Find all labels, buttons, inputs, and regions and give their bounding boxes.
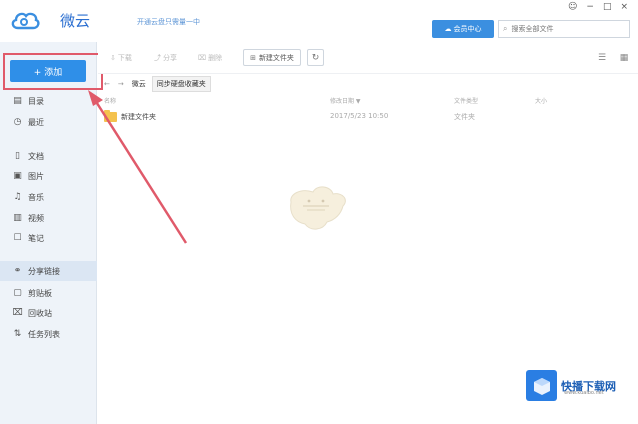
sidebar-item-label: 目录 bbox=[28, 96, 44, 106]
sidebar-item-label: 回收站 bbox=[28, 308, 52, 318]
member-center-button[interactable]: ☁ 会员中心 bbox=[432, 20, 494, 38]
sidebar-item-videos[interactable]: ▥ 视频 bbox=[0, 208, 97, 228]
sidebar: + 添加 ▤ 目录 ◷ 最近 ▯ 文档 ▣ 图片 ♫ 音乐 ▥ 视频 ☐ 笔记 … bbox=[0, 42, 103, 424]
highlight-box bbox=[3, 53, 103, 90]
trash-icon: ⌧ bbox=[12, 308, 23, 318]
sidebar-item-label: 图片 bbox=[28, 171, 44, 181]
share-button[interactable]: ⤴ 分享 bbox=[154, 50, 177, 66]
download-label: 下载 bbox=[117, 54, 132, 62]
close-icon[interactable]: × bbox=[620, 2, 628, 12]
column-name[interactable]: 名称 bbox=[104, 96, 116, 105]
document-icon: ▯ bbox=[15, 151, 20, 161]
settings-icon[interactable]: ☺ bbox=[568, 2, 577, 12]
search-box[interactable]: ⌕ bbox=[498, 20, 630, 38]
delete-label: 删除 bbox=[208, 54, 223, 62]
breadcrumb-root[interactable]: 微云 bbox=[132, 79, 146, 89]
new-folder-button[interactable]: ⊞ 新建文件夹 bbox=[243, 49, 301, 66]
video-icon: ▥ bbox=[13, 213, 22, 223]
title-bar: 微云 开通云盘只需量一中 ☁ 会员中心 ⌕ ☺ − □ × bbox=[0, 0, 638, 42]
sidebar-item-label: 剪贴板 bbox=[28, 288, 52, 298]
watermark: 快播下载网 www.kuaibo.net bbox=[526, 370, 616, 401]
sidebar-item-documents[interactable]: ▯ 文档 bbox=[0, 146, 97, 166]
minimize-icon[interactable]: − bbox=[586, 2, 594, 12]
sidebar-item-label: 任务列表 bbox=[28, 329, 60, 339]
folder-icon bbox=[104, 110, 117, 122]
clipboard-icon: ▢ bbox=[13, 288, 22, 298]
sidebar-item-recycle-bin[interactable]: ⌧ 回收站 bbox=[0, 303, 97, 323]
column-type[interactable]: 文件类型 bbox=[454, 96, 478, 105]
sidebar-item-clipboard[interactable]: ▢ 剪贴板 bbox=[0, 283, 97, 303]
file-list-header: 名称 修改日期 ▼ 文件类型 大小 bbox=[98, 96, 638, 108]
sidebar-item-label: 分享链接 bbox=[28, 266, 60, 276]
search-icon: ⌕ bbox=[503, 24, 508, 33]
music-icon: ♫ bbox=[13, 192, 22, 202]
sidebar-item-label: 文档 bbox=[28, 151, 44, 161]
table-row[interactable]: 新建文件夹 2017/5/23 10:50 文件夹 bbox=[98, 110, 638, 124]
watermark-logo-icon bbox=[526, 370, 557, 401]
file-date: 2017/5/23 10:50 bbox=[330, 112, 389, 120]
refresh-button[interactable]: ↻ bbox=[307, 49, 324, 66]
note-icon: ☐ bbox=[13, 233, 22, 243]
window-controls: ☺ − □ × bbox=[568, 2, 628, 12]
list-view-icon[interactable]: ☰ bbox=[596, 52, 608, 64]
folder-tree-icon: ▤ bbox=[13, 96, 22, 106]
sidebar-item-task-list[interactable]: ⇅ 任务列表 bbox=[0, 324, 97, 344]
download-button[interactable]: ⇩ 下载 bbox=[110, 50, 132, 66]
image-icon: ▣ bbox=[13, 171, 22, 181]
file-type: 文件夹 bbox=[454, 113, 475, 121]
link-icon: ⚭ bbox=[13, 266, 22, 276]
sidebar-item-label: 音乐 bbox=[28, 192, 44, 202]
back-arrow-icon[interactable]: ← bbox=[104, 80, 110, 88]
column-date[interactable]: 修改日期 ▼ bbox=[330, 96, 361, 105]
forward-arrow-icon[interactable]: → bbox=[118, 80, 124, 88]
download-icon: ⇩ bbox=[110, 54, 116, 62]
mascot-illustration bbox=[290, 186, 346, 230]
grid-view-icon[interactable]: ▦ bbox=[618, 52, 630, 64]
trash-icon: ⌧ bbox=[198, 54, 207, 62]
app-title: 微云 bbox=[60, 12, 91, 30]
sidebar-item-label: 视频 bbox=[28, 213, 44, 223]
column-size[interactable]: 大小 bbox=[535, 96, 547, 105]
sidebar-item-notes[interactable]: ☐ 笔记 bbox=[0, 228, 97, 248]
member-center-label: 会员中心 bbox=[453, 25, 482, 33]
search-input[interactable] bbox=[511, 25, 622, 33]
weiyun-logo-icon bbox=[11, 12, 40, 30]
new-folder-label: 新建文件夹 bbox=[258, 53, 294, 62]
sidebar-item-label: 笔记 bbox=[28, 233, 44, 243]
share-label: 分享 bbox=[163, 54, 177, 62]
watermark-url: www.kuaibo.net bbox=[564, 390, 604, 396]
sidebar-item-images[interactable]: ▣ 图片 bbox=[0, 166, 97, 186]
sidebar-item-share-links[interactable]: ⚭ 分享链接 bbox=[0, 261, 97, 281]
sidebar-item-directory[interactable]: ▤ 目录 bbox=[0, 91, 97, 111]
cloud-icon: ☁ bbox=[444, 25, 452, 33]
sidebar-item-recent[interactable]: ◷ 最近 bbox=[0, 112, 97, 132]
file-name: 新建文件夹 bbox=[121, 113, 156, 121]
clock-icon: ◷ bbox=[13, 117, 22, 127]
sidebar-item-label: 最近 bbox=[28, 117, 44, 127]
transfer-icon: ⇅ bbox=[13, 329, 22, 339]
new-folder-icon: ⊞ bbox=[250, 53, 256, 62]
breadcrumb: ← → 微云 同步硬盘收藏夹 bbox=[98, 76, 211, 92]
promo-link[interactable]: 开通云盘只需量一中 bbox=[137, 17, 200, 27]
breadcrumb-tooltip: 同步硬盘收藏夹 bbox=[151, 76, 211, 92]
share-icon: ⤴ bbox=[154, 54, 161, 62]
sidebar-item-music[interactable]: ♫ 音乐 bbox=[0, 187, 97, 207]
refresh-icon: ↻ bbox=[311, 52, 320, 63]
maximize-icon[interactable]: □ bbox=[603, 2, 612, 12]
toolbar: ⇩ 下载 ⤴ 分享 ⌧ 删除 ⊞ 新建文件夹 ↻ ☰ ▦ bbox=[98, 42, 638, 74]
delete-button[interactable]: ⌧ 删除 bbox=[198, 50, 222, 66]
